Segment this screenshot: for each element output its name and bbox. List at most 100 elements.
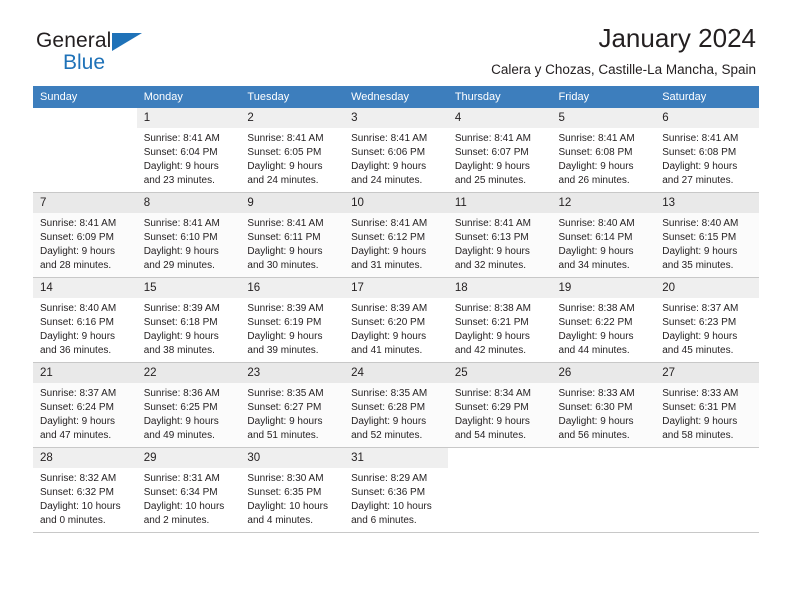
day-sun-info: Sunrise: 8:37 AM Sunset: 6:23 PM Daylight:… [655,298,759,358]
calendar-day-content: 2 Sunrise: 8:41 AM Sunset: 6:05 PM Daylight… [240,108,345,192]
day-sun-info: Sunrise: 8:41 AM Sunset: 6:07 PM Daylight:… [448,128,552,188]
calendar-day-content: 7 Sunrise: 8:41 AM Sunset: 6:09 PM Daylight… [33,193,137,277]
daylight-duration-line2: and 28 minutes. [40,259,112,271]
calendar-day-cell[interactable]: 23 Sunrise: 8:35 AM Sunset: 6:27 PM Dayligh… [240,362,345,448]
calendar-day-content: 5 Sunrise: 8:41 AM Sunset: 6:08 PM Daylight… [551,108,656,192]
calendar-day-cell[interactable]: 24 Sunrise: 8:35 AM Sunset: 6:28 PM Dayligh… [344,362,448,448]
day-sun-info: Sunrise: 8:37 AM Sunset: 6:24 PM Daylight:… [33,383,137,443]
calendar-day-number: 24 [344,363,448,383]
calendar-day-number: 27 [655,363,759,383]
calendar-day-content: 26 Sunrise: 8:33 AM Sunset: 6:30 PM Dayligh… [551,363,656,447]
calendar-day-content: 13 Sunrise: 8:40 AM Sunset: 6:15 PM Dayligh… [655,193,759,277]
calendar-day-cell[interactable]: 16 Sunrise: 8:39 AM Sunset: 6:19 PM Dayligh… [240,277,345,363]
sunset-time: Sunset: 6:29 PM [454,401,529,413]
daylight-duration-line2: and 34 minutes. [558,259,630,271]
calendar-day-content: 25 Sunrise: 8:34 AM Sunset: 6:29 PM Dayligh… [447,363,552,447]
calendar-day-cell[interactable]: 19 Sunrise: 8:38 AM Sunset: 6:22 PM Dayligh… [551,277,656,363]
generalblue-logo[interactable]: General Blue [36,30,142,74]
calendar-day-cell[interactable]: 27 Sunrise: 8:33 AM Sunset: 6:31 PM Dayligh… [655,362,759,448]
daylight-duration-line2: and 58 minutes. [662,429,734,441]
daylight-duration-line2: and 45 minutes. [662,344,734,356]
calendar-day-number: 14 [33,278,137,298]
daylight-duration-line1: Daylight: 9 hours [662,160,738,172]
calendar-day-cell[interactable]: 9 Sunrise: 8:41 AM Sunset: 6:11 PM Daylight… [240,192,345,278]
calendar-day-cell[interactable]: 12 Sunrise: 8:40 AM Sunset: 6:14 PM Dayligh… [551,192,656,278]
sunrise-time: Sunrise: 8:41 AM [247,132,324,144]
sunset-time: Sunset: 6:22 PM [558,316,633,328]
sunset-time: Sunset: 6:04 PM [143,146,218,158]
sunrise-time: Sunrise: 8:41 AM [662,132,739,144]
calendar-day-number: 15 [136,278,241,298]
calendar-day-content: 10 Sunrise: 8:41 AM Sunset: 6:12 PM Dayligh… [344,193,448,277]
sunrise-time: Sunrise: 8:32 AM [40,472,117,484]
daylight-duration-line1: Daylight: 10 hours [247,500,329,512]
page-header: General Blue January 2024 Calera y Choza… [0,0,792,77]
daylight-duration-line2: and 25 minutes. [454,174,526,186]
calendar-day-content: 19 Sunrise: 8:38 AM Sunset: 6:22 PM Dayligh… [551,278,656,362]
calendar-day-cell[interactable]: 7 Sunrise: 8:41 AM Sunset: 6:09 PM Daylight… [33,192,137,278]
sunset-time: Sunset: 6:08 PM [662,146,737,158]
calendar-day-cell[interactable]: 29 Sunrise: 8:31 AM Sunset: 6:34 PM Dayligh… [136,447,241,533]
daylight-duration-line1: Daylight: 9 hours [143,160,219,172]
day-sun-info: Sunrise: 8:35 AM Sunset: 6:28 PM Daylight:… [344,383,448,443]
day-sun-info: Sunrise: 8:40 AM Sunset: 6:15 PM Daylight:… [655,213,759,273]
calendar-day-cell[interactable]: 17 Sunrise: 8:39 AM Sunset: 6:20 PM Dayligh… [344,277,448,363]
calendar-day-number: 6 [655,108,759,128]
calendar-day-cell[interactable]: 15 Sunrise: 8:39 AM Sunset: 6:18 PM Dayligh… [136,277,241,363]
calendar-day-cell[interactable]: 30 Sunrise: 8:30 AM Sunset: 6:35 PM Dayligh… [240,447,345,533]
calendar-day-number: 20 [655,278,759,298]
sunrise-time: Sunrise: 8:34 AM [454,387,531,399]
sunrise-time: Sunrise: 8:33 AM [558,387,635,399]
calendar-day-cell[interactable]: 18 Sunrise: 8:38 AM Sunset: 6:21 PM Dayligh… [447,277,552,363]
day-sun-info: Sunrise: 8:41 AM Sunset: 6:11 PM Daylight:… [240,213,344,273]
calendar-day-cell[interactable]: 13 Sunrise: 8:40 AM Sunset: 6:15 PM Dayligh… [655,192,759,278]
daylight-duration-line2: and 24 minutes. [247,174,319,186]
calendar-day-content: 16 Sunrise: 8:39 AM Sunset: 6:19 PM Dayligh… [240,278,345,362]
calendar-day-number: 12 [551,193,656,213]
day-sun-info: Sunrise: 8:41 AM Sunset: 6:08 PM Daylight:… [655,128,759,188]
day-sun-info: Sunrise: 8:41 AM Sunset: 6:09 PM Daylight:… [33,213,137,273]
calendar-day-cell[interactable]: 10 Sunrise: 8:41 AM Sunset: 6:12 PM Dayligh… [344,192,448,278]
calendar-day-cell[interactable]: 11 Sunrise: 8:41 AM Sunset: 6:13 PM Dayligh… [447,192,552,278]
calendar-day-cell[interactable]: 14 Sunrise: 8:40 AM Sunset: 6:16 PM Dayligh… [33,277,137,363]
calendar-day-cell[interactable]: 2 Sunrise: 8:41 AM Sunset: 6:05 PM Daylight… [240,108,345,193]
daylight-duration-line1: Daylight: 9 hours [40,245,116,257]
weekday-header-wednesday: Wednesday [344,86,448,108]
calendar-day-cell[interactable]: 26 Sunrise: 8:33 AM Sunset: 6:30 PM Dayligh… [551,362,656,448]
calendar-day-cell[interactable]: 22 Sunrise: 8:36 AM Sunset: 6:25 PM Dayligh… [136,362,241,448]
weekday-header-tuesday: Tuesday [240,86,345,108]
sunrise-time: Sunrise: 8:35 AM [247,387,324,399]
calendar-day-cell[interactable]: 31 Sunrise: 8:29 AM Sunset: 6:36 PM Dayligh… [344,447,448,533]
weekday-header-thursday: Thursday [447,86,552,108]
daylight-duration-line2: and 4 minutes. [247,514,314,526]
calendar-week-row: 21 Sunrise: 8:37 AM Sunset: 6:24 PM Dayligh… [33,362,759,448]
day-sun-info: Sunrise: 8:40 AM Sunset: 6:14 PM Daylight:… [552,213,656,273]
day-sun-info: Sunrise: 8:30 AM Sunset: 6:35 PM Daylight:… [240,468,344,528]
calendar-day-number: 7 [33,193,137,213]
sunset-time: Sunset: 6:36 PM [351,486,426,498]
sunset-time: Sunset: 6:32 PM [40,486,114,498]
sunset-time: Sunset: 6:14 PM [558,231,633,243]
sunset-time: Sunset: 6:07 PM [454,146,529,158]
calendar-day-number: 10 [344,193,448,213]
calendar-day-cell[interactable]: 25 Sunrise: 8:34 AM Sunset: 6:29 PM Dayligh… [447,362,552,448]
calendar-day-cell[interactable]: 28 Sunrise: 8:32 AM Sunset: 6:32 PM Dayligh… [33,447,137,533]
calendar-day-cell[interactable]: 1 Sunrise: 8:41 AM Sunset: 6:04 PM Daylight… [136,108,241,193]
daylight-duration-line2: and 36 minutes. [40,344,112,356]
calendar-day-cell[interactable]: 4 Sunrise: 8:41 AM Sunset: 6:07 PM Daylight… [447,108,552,193]
daylight-duration-line2: and 41 minutes. [351,344,423,356]
calendar-day-cell[interactable]: 8 Sunrise: 8:41 AM Sunset: 6:10 PM Daylight… [136,192,241,278]
calendar-day-cell[interactable]: 6 Sunrise: 8:41 AM Sunset: 6:08 PM Daylight… [655,108,759,193]
day-sun-info: Sunrise: 8:38 AM Sunset: 6:21 PM Daylight:… [448,298,552,358]
calendar-day-cell[interactable]: 20 Sunrise: 8:37 AM Sunset: 6:23 PM Dayligh… [655,277,759,363]
calendar-day-number-empty [655,448,759,468]
calendar-day-content: 21 Sunrise: 8:37 AM Sunset: 6:24 PM Dayligh… [33,363,137,447]
calendar-day-cell[interactable]: 21 Sunrise: 8:37 AM Sunset: 6:24 PM Dayligh… [33,362,137,448]
calendar-day-number-empty [448,448,552,468]
daylight-duration-line1: Daylight: 9 hours [454,245,530,257]
daylight-duration-line1: Daylight: 9 hours [351,415,427,427]
calendar-week-row: 7 Sunrise: 8:41 AM Sunset: 6:09 PM Daylight… [33,192,759,278]
calendar-day-cell[interactable]: 5 Sunrise: 8:41 AM Sunset: 6:08 PM Daylight… [551,108,656,193]
sunset-time: Sunset: 6:27 PM [247,401,322,413]
calendar-day-cell[interactable]: 3 Sunrise: 8:41 AM Sunset: 6:06 PM Daylight… [344,108,448,193]
